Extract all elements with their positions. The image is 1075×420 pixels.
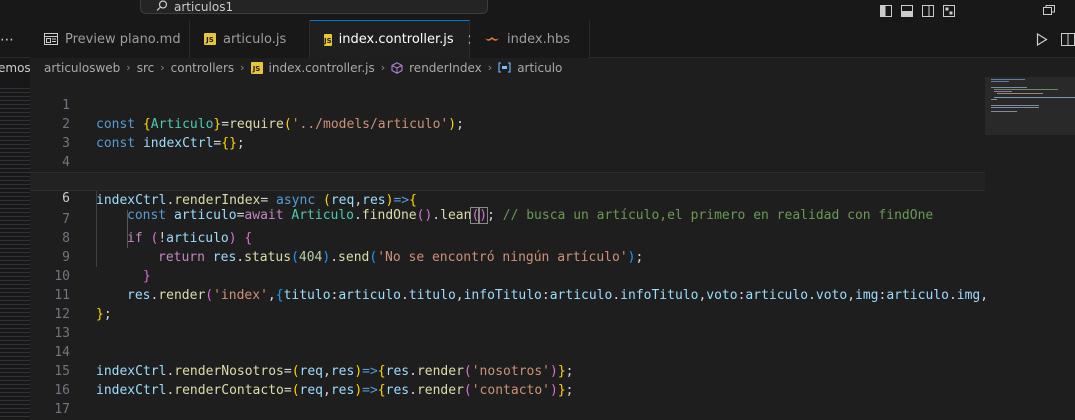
code-line: 1 const {Articulo}=require('../models/ar… (30, 77, 985, 132)
tab-preview-plano[interactable]: Preview plano.md (30, 20, 190, 58)
minimap-line (991, 105, 1039, 106)
tab-label: index.controller.js (338, 32, 454, 47)
code-line: 12 (30, 286, 985, 322)
chevron-right-icon: › (126, 61, 131, 74)
code-line: 11 }; (30, 267, 985, 322)
breadcrumb-item[interactable]: index.controller.js (269, 61, 375, 75)
tab-label: Preview plano.md (65, 31, 181, 47)
minimap-line (991, 107, 1039, 108)
sidebar-clipped-label: emos (0, 61, 30, 75)
search-icon (156, 0, 168, 11)
breadcrumb: articulosweb › src › controllers › JS in… (44, 58, 562, 77)
command-center-text: articulos1 (174, 0, 234, 14)
js-file-icon: JS (204, 33, 216, 45)
code-line: 16 (30, 362, 985, 398)
line-number: 17 (54, 402, 70, 417)
minimap-line (994, 89, 1058, 90)
minimap-line (994, 91, 1012, 92)
sidebar-clipped: emos (0, 58, 30, 420)
minimap-line (991, 87, 1027, 88)
toggle-panel-icon[interactable] (901, 2, 913, 17)
tab-articulo-js[interactable]: JS articulo.js (190, 20, 310, 58)
tab-index-controller-js[interactable]: JS index.controller.js ✕ (310, 20, 479, 58)
handlebars-file-icon (485, 37, 499, 41)
breadcrumb-item[interactable]: articulosweb (44, 61, 120, 75)
code-line: 10 res.render('index',{titulo:articulo.t… (30, 248, 985, 303)
minimap-line (991, 111, 1017, 112)
code-editor[interactable]: 1 const {Articulo}=require('../models/ar… (30, 77, 985, 420)
breadcrumb-item[interactable]: articulo (517, 61, 562, 75)
chevron-right-icon: › (240, 61, 245, 74)
customize-layout-icon[interactable] (943, 2, 955, 17)
tab-label: articulo.js (223, 31, 287, 47)
chevron-right-icon: › (487, 61, 493, 74)
minimap-line (991, 99, 997, 100)
restore-window-icon[interactable] (1043, 0, 1055, 15)
minimap-line (994, 97, 1075, 98)
preview-icon (44, 33, 58, 45)
js-file-icon: JS (324, 33, 332, 46)
code-line: 9 } (30, 229, 985, 284)
minimap-line (991, 79, 1025, 80)
minimap[interactable] (985, 77, 1075, 420)
code-line: 15 indexCtrl.renderContacto=(req,res)=>{… (30, 343, 985, 398)
command-center-search[interactable]: articulos1 (140, 0, 488, 14)
toggle-secondary-sidebar-icon[interactable] (922, 2, 934, 17)
code-line: 2 const indexCtrl={}; (30, 96, 985, 151)
editor-tab-bar: ⋯ Preview plano.md JS articulo.js JS ind… (0, 20, 1075, 58)
code-line: 7 if (!articulo) { (30, 191, 985, 246)
sidebar-clipped-content (0, 88, 30, 418)
breadcrumb-item[interactable]: controllers (171, 61, 235, 75)
minimap-line (997, 93, 1043, 94)
minimap-line (991, 81, 1009, 82)
code-line-current: 6 const articulo=await Articulo.findOne(… (30, 172, 985, 224)
code-line: 17 module.exports = indexCtrl; (30, 381, 985, 417)
breadcrumb-item[interactable]: src (137, 61, 155, 75)
code-line: 3 (30, 115, 985, 151)
variable-icon (498, 62, 511, 73)
js-file-icon: JS (250, 61, 263, 74)
toggle-primary-sidebar-icon[interactable] (880, 2, 892, 17)
method-icon (391, 61, 403, 74)
tab-label: index.hbs (507, 31, 570, 47)
tab-index-hbs[interactable]: index.hbs (470, 20, 590, 58)
title-bar: articulos1 (0, 0, 1075, 20)
code-line: 5 indexCtrl.renderIndex= async (req,res)… (30, 153, 985, 208)
code-line: 14 indexCtrl.renderNosotros=(req,res)=>{… (30, 324, 985, 379)
chevron-right-icon: › (160, 61, 165, 74)
chevron-right-icon: › (380, 61, 386, 74)
minimap-viewport[interactable] (985, 77, 1075, 135)
more-actions-icon[interactable]: ⋯ (0, 32, 15, 48)
split-editor-icon[interactable] (1061, 33, 1075, 46)
code-line: 8 return res.status(404).send('No se enc… (30, 210, 985, 265)
run-file-icon[interactable] (1036, 33, 1048, 46)
breadcrumb-item[interactable]: renderIndex (409, 61, 482, 75)
code-line: 4 (30, 134, 985, 170)
code-line: 13 (30, 305, 985, 341)
